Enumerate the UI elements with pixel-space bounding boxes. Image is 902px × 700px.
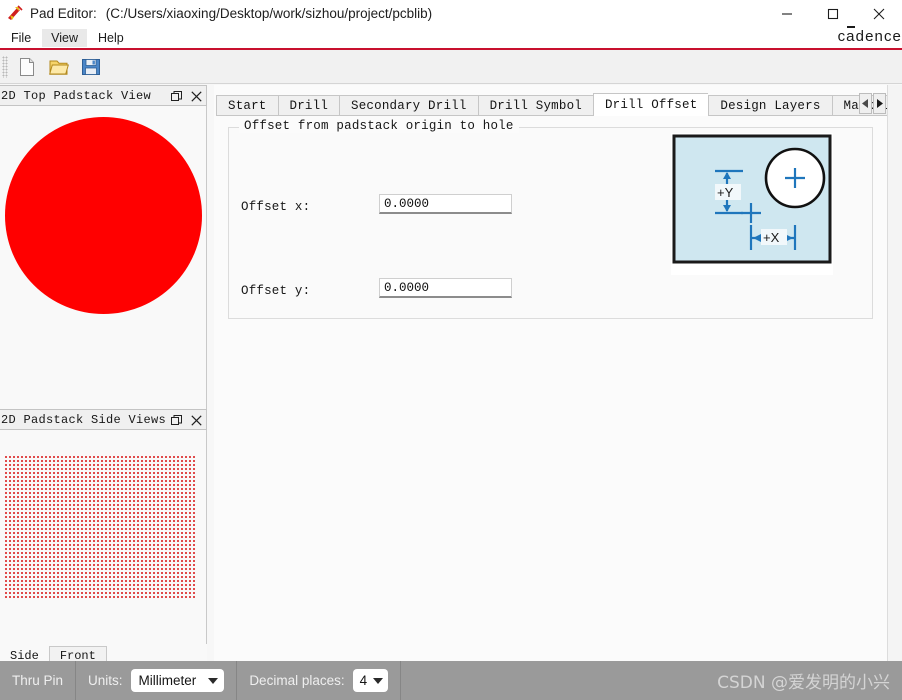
- offset-y-label: Offset y:: [241, 284, 311, 298]
- offset-groupbox-legend: Offset from padstack origin to hole: [239, 119, 519, 133]
- right-dock-strip: [887, 85, 902, 661]
- units-label: Units:: [88, 673, 123, 688]
- side-padstack-panel-title: 2D Padstack Side Views: [1, 412, 167, 427]
- pad-type-label: Thru Pin: [12, 673, 64, 688]
- toolbar: [0, 50, 902, 84]
- main-content: Start Drill Secondary Drill Drill Symbol…: [214, 85, 902, 661]
- brand-post: dence: [855, 28, 902, 45]
- open-file-button[interactable]: [46, 54, 72, 80]
- units-control: Units: Millimeter: [76, 661, 236, 700]
- brand-accented: a: [846, 28, 856, 45]
- pad-shape-circle: [5, 117, 202, 314]
- menu-item-view[interactable]: View: [42, 28, 88, 47]
- top-padstack-panel-header: 2D Top Padstack View: [0, 85, 207, 106]
- chevron-down-icon: [208, 677, 219, 684]
- maximize-button[interactable]: [810, 0, 856, 27]
- window-path: (C:/Users/xiaoxing/Desktop/work/sizhou/p…: [105, 6, 433, 21]
- tab-start[interactable]: Start: [216, 95, 278, 116]
- tab-drill[interactable]: Drill: [277, 95, 340, 116]
- new-file-button[interactable]: [14, 54, 40, 80]
- decimal-places-value: 4: [359, 673, 368, 688]
- offset-x-label: Offset x:: [241, 200, 311, 214]
- minimize-button[interactable]: [764, 0, 810, 27]
- menu-item-file[interactable]: File: [2, 29, 40, 47]
- menu-bar: File View Help: [0, 27, 902, 48]
- close-button[interactable]: [856, 0, 902, 27]
- app-icon: [6, 4, 24, 23]
- offset-y-input[interactable]: [379, 278, 512, 298]
- close-icon[interactable]: [190, 91, 202, 103]
- units-dropdown[interactable]: Millimeter: [130, 669, 225, 692]
- csdn-watermark: CSDN @爱发明的小兴: [717, 673, 890, 693]
- close-icon[interactable]: [190, 415, 202, 427]
- title-bar: Pad Editor: (C:/Users/xiaoxing/Desktop/w…: [0, 0, 902, 27]
- brand-pre: c: [837, 28, 847, 45]
- pad-editor-window: Pad Editor: (C:/Users/xiaoxing/Desktop/w…: [0, 0, 902, 700]
- property-tabstrip: Start Drill Secondary Drill Drill Symbol…: [216, 93, 902, 116]
- status-pad-type: Thru Pin: [0, 661, 75, 700]
- restore-icon[interactable]: [170, 415, 182, 427]
- top-padstack-view-canvas[interactable]: [0, 106, 207, 409]
- side-padstack-panel-header: 2D Padstack Side Views: [0, 409, 207, 430]
- tab-secondary-drill[interactable]: Secondary Drill: [339, 95, 478, 116]
- window-controls: [764, 0, 902, 27]
- toolbar-grip[interactable]: [2, 55, 8, 78]
- top-padstack-panel-buttons: [170, 86, 202, 107]
- restore-icon[interactable]: [170, 91, 182, 103]
- menu-item-help[interactable]: Help: [89, 29, 133, 47]
- top-padstack-panel-title: 2D Top Padstack View: [1, 88, 152, 103]
- side-padstack-view-canvas[interactable]: [0, 430, 207, 652]
- pad-cross-section: [4, 455, 197, 598]
- drill-offset-page: Offset from padstack origin to hole Offs…: [216, 115, 887, 660]
- diagram-label-x: +X: [763, 230, 780, 245]
- decimal-places-label: Decimal places:: [249, 673, 345, 688]
- decimal-places-dropdown[interactable]: 4: [352, 669, 389, 692]
- chevron-left-icon[interactable]: [859, 93, 872, 114]
- offset-groupbox: Offset from padstack origin to hole Offs…: [228, 119, 873, 319]
- diagram-label-y: +Y: [717, 185, 734, 200]
- chevron-down-icon: [373, 677, 384, 684]
- tab-drill-offset[interactable]: Drill Offset: [592, 93, 709, 116]
- status-separator: [400, 661, 402, 700]
- chevron-right-icon[interactable]: [873, 93, 886, 114]
- cadence-logo: cadence: [838, 28, 902, 45]
- decimals-control: Decimal places: 4: [237, 661, 400, 700]
- offset-diagram: +Y +X: [671, 133, 833, 275]
- left-dock: 2D Top Padstack View 2D Padstack Side Vi…: [0, 85, 207, 666]
- window-title: Pad Editor:: [30, 6, 97, 21]
- tab-drill-symbol[interactable]: Drill Symbol: [477, 95, 593, 116]
- tab-scroll-controls: [859, 93, 886, 114]
- units-value: Millimeter: [138, 673, 197, 688]
- offset-x-input[interactable]: [379, 194, 512, 214]
- tab-design-layers[interactable]: Design Layers: [708, 95, 832, 116]
- side-padstack-panel-buttons: [170, 410, 202, 431]
- save-file-button[interactable]: [78, 54, 104, 80]
